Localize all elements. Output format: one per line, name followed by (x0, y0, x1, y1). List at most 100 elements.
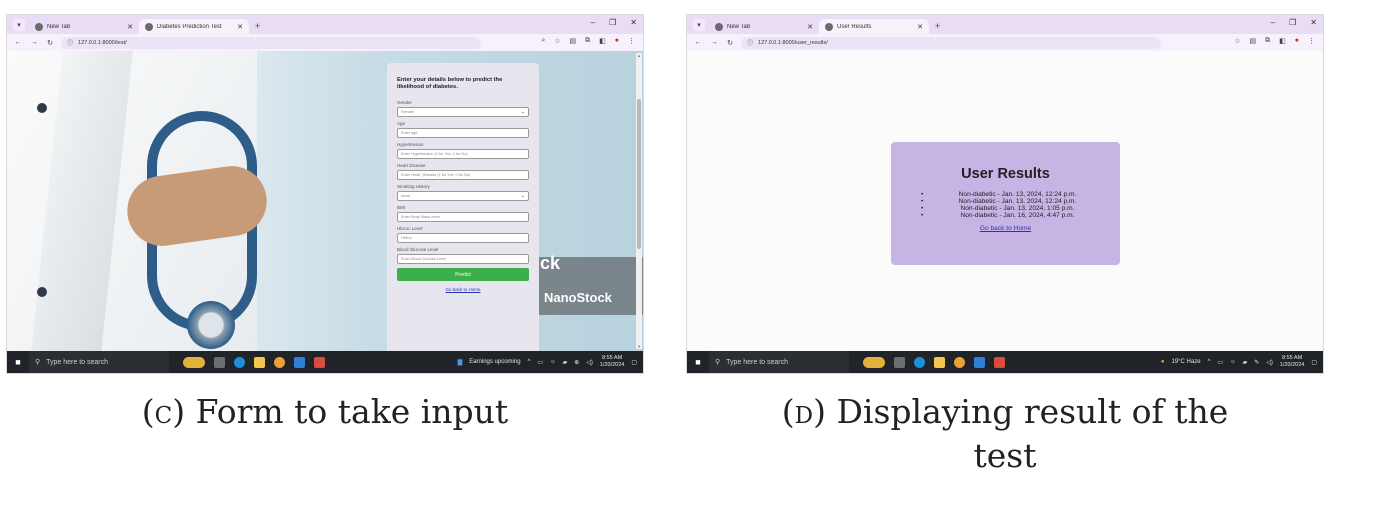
menu-icon[interactable]: ⋮ (628, 37, 635, 45)
news-text[interactable]: Earnings upcoming (469, 359, 520, 365)
reload-icon[interactable]: ↻ (725, 39, 735, 47)
task-view-icon[interactable] (214, 356, 225, 368)
predict-button[interactable]: Predict (397, 268, 529, 281)
tab-search-icon[interactable]: ▾ (13, 19, 25, 31)
file-explorer-icon[interactable] (934, 356, 945, 368)
caption-letter: (d) (781, 392, 826, 431)
menu-icon[interactable]: ⋮ (1308, 37, 1315, 45)
windows-start-icon[interactable]: ■ (7, 357, 29, 367)
tab-new-tab[interactable]: New Tab ✕ (709, 19, 819, 34)
new-tab-icon[interactable]: + (255, 21, 260, 31)
widget-character-icon[interactable] (863, 356, 885, 368)
sidepanel-icon[interactable]: ◧ (1279, 37, 1286, 45)
tab-new-tab[interactable]: New Tab ✕ (29, 19, 139, 34)
heart-disease-input[interactable]: Enter Heart_Disease (1 for Yes, 0 for No… (397, 170, 529, 180)
tray-chevron-icon[interactable]: ^ (1208, 359, 1211, 365)
blood-glucose-input[interactable]: Enter Blood Glucose Level (397, 254, 529, 264)
taskbar-search-input[interactable]: ⚲ Type here to search (29, 351, 169, 373)
profile-icon[interactable]: ● (1295, 37, 1299, 45)
extensions-icon[interactable]: ⧉ (1265, 37, 1270, 45)
reading-list-icon[interactable]: ▤ (1250, 37, 1257, 45)
forward-icon[interactable]: → (709, 39, 719, 46)
weather-text[interactable]: 19°C Haze (1171, 359, 1200, 365)
close-window-icon[interactable]: ✕ (630, 18, 637, 27)
zoom-icon[interactable]: ⌕ (541, 37, 545, 45)
heart-disease-field: Heart Disease Enter Heart_Disease (1 for… (397, 163, 529, 180)
back-icon[interactable]: ← (693, 39, 703, 46)
scroll-up-icon[interactable]: ▲ (636, 53, 642, 58)
scroll-down-icon[interactable]: ▼ (636, 344, 642, 349)
url-input[interactable]: ⓘ 127.0.0.1:8000/test/ (61, 36, 481, 49)
chevron-down-icon: ⌄ (520, 109, 525, 115)
clock[interactable]: 8:55 AM 1/20/2024 (600, 355, 624, 369)
taskbar-search-input[interactable]: ⚲ Type here to search (709, 351, 849, 373)
chrome-icon[interactable] (274, 356, 285, 368)
file-explorer-icon[interactable] (254, 356, 265, 368)
reading-list-icon[interactable]: ▤ (570, 37, 577, 45)
clock[interactable]: 8:55 AM 1/20/2024 (1280, 355, 1304, 369)
notification-icon[interactable]: ▢ (631, 359, 637, 366)
back-icon[interactable]: ← (13, 39, 23, 46)
new-tab-icon[interactable]: + (935, 21, 940, 31)
bmi-input[interactable]: Enter Body Mass Index (397, 212, 529, 222)
minimize-icon[interactable]: – (1271, 18, 1275, 27)
battery-icon[interactable]: ▭ (1217, 359, 1223, 366)
hypertension-input[interactable]: Enter Hypertension (1 for Yes, 0 for No) (397, 149, 529, 159)
close-icon[interactable]: ✕ (127, 23, 133, 31)
scrollbar[interactable]: ▲ ▼ (636, 53, 642, 349)
widget-character-icon[interactable] (183, 356, 205, 368)
go-back-home-link[interactable]: Go back to Home (891, 225, 1120, 232)
minimize-icon[interactable]: – (591, 18, 595, 27)
bookmark-star-icon[interactable]: ☆ (1234, 37, 1240, 45)
battery-icon[interactable]: ▭ (537, 359, 543, 366)
notification-icon[interactable]: ▢ (1311, 359, 1317, 366)
app-icon[interactable] (314, 356, 325, 368)
hba1c-input[interactable]: HbA1c (397, 233, 529, 243)
edge-icon[interactable] (234, 356, 245, 368)
forward-icon[interactable]: → (29, 39, 39, 46)
close-icon[interactable]: ✕ (237, 23, 243, 31)
news-icon[interactable]: ▇ (458, 359, 463, 366)
windows-start-icon[interactable]: ■ (687, 357, 709, 367)
app-icon[interactable] (994, 356, 1005, 368)
tray-chevron-icon[interactable]: ^ (528, 359, 531, 365)
network-icon[interactable]: ▰ (563, 359, 568, 366)
gender-select[interactable]: Female ⌄ (397, 107, 529, 117)
tab-diabetes-prediction[interactable]: Diabetes Prediction Test ✕ (139, 19, 249, 34)
task-view-icon[interactable] (894, 356, 905, 368)
chrome-icon[interactable] (954, 356, 965, 368)
vscode-icon[interactable] (294, 356, 305, 368)
sidepanel-icon[interactable]: ◧ (599, 37, 606, 45)
volume-icon[interactable]: ◁) (1266, 359, 1273, 366)
brightness-icon[interactable]: ☼ (1230, 359, 1236, 365)
result-text: Non-diabetic - Jan. 16, 2024, 4:47 p.m. (960, 212, 1075, 219)
url-input[interactable]: ⓘ 127.0.0.1:8000/user_results/ (741, 36, 1161, 49)
restore-icon[interactable]: ❐ (1289, 18, 1296, 27)
site-info-icon[interactable]: ⓘ (67, 38, 73, 47)
site-info-icon[interactable]: ⓘ (747, 38, 753, 47)
profile-icon[interactable]: ● (615, 37, 619, 45)
close-window-icon[interactable]: ✕ (1310, 18, 1317, 27)
vscode-icon[interactable] (974, 356, 985, 368)
brightness-icon[interactable]: ☼ (550, 359, 556, 365)
caption-text-line2: test (973, 436, 1037, 475)
close-icon[interactable]: ✕ (917, 23, 923, 31)
tab-search-icon[interactable]: ▾ (693, 19, 705, 31)
search-icon: ⚲ (35, 359, 41, 366)
bookmark-star-icon[interactable]: ☆ (554, 37, 560, 45)
pen-icon[interactable]: ✎ (1254, 359, 1259, 366)
age-input[interactable]: Enter age (397, 128, 529, 138)
globe-icon[interactable]: ⊕ (574, 359, 579, 366)
scrollbar-thumb[interactable] (637, 99, 641, 249)
network-icon[interactable]: ▰ (1243, 359, 1248, 366)
reload-icon[interactable]: ↻ (45, 39, 55, 47)
tab-user-results[interactable]: User Results ✕ (819, 19, 929, 34)
go-back-home-link[interactable]: Go back to Home (397, 287, 529, 292)
extensions-icon[interactable]: ⧉ (585, 37, 590, 45)
smoking-history-select[interactable]: never ⌄ (397, 191, 529, 201)
weather-icon[interactable]: ● (1161, 359, 1165, 365)
volume-icon[interactable]: ◁) (586, 359, 593, 366)
restore-icon[interactable]: ❐ (609, 18, 616, 27)
close-icon[interactable]: ✕ (807, 23, 813, 31)
edge-icon[interactable] (914, 356, 925, 368)
